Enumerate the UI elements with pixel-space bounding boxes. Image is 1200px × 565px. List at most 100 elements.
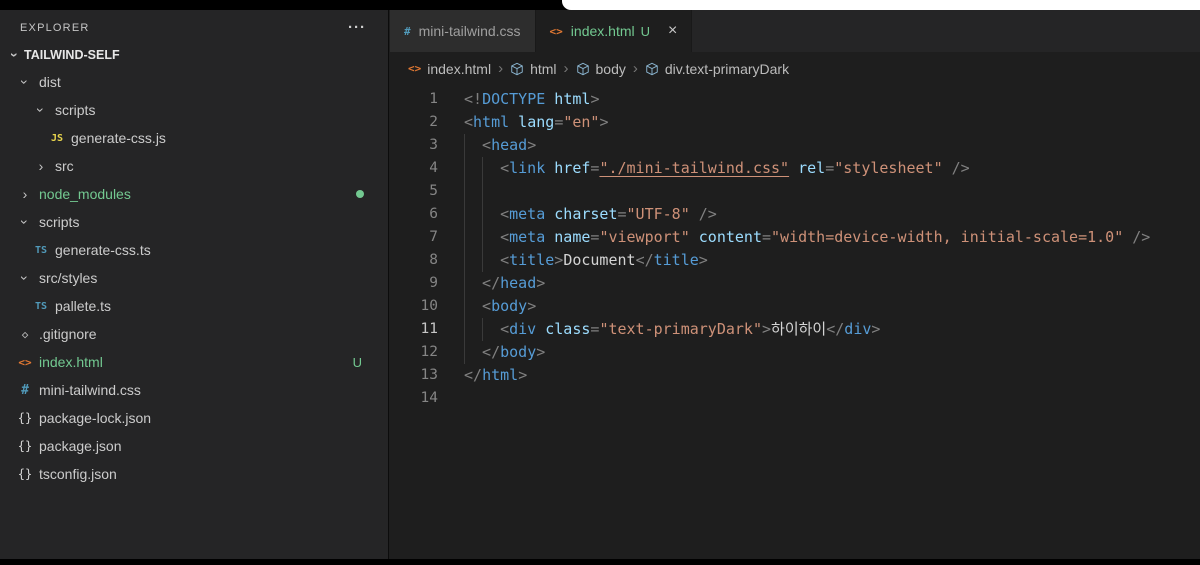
indent-guide: [482, 180, 500, 203]
code-line-2[interactable]: 2<html lang="en">: [390, 111, 1200, 134]
code-line-1[interactable]: 1<!DOCTYPE html>: [390, 88, 1200, 111]
tree-folder-scripts[interactable]: › scripts: [0, 96, 388, 124]
item-label: dist: [39, 74, 61, 90]
breadcrumb-item-body[interactable]: body: [576, 61, 626, 77]
close-icon[interactable]: ×: [668, 23, 677, 39]
tree-folder-dist[interactable]: › dist: [0, 68, 388, 96]
breadcrumb-item-div.text-primaryDark[interactable]: div.text-primaryDark: [645, 61, 789, 77]
explorer-title: EXPLORER: [20, 22, 90, 34]
item-label: mini-tailwind.css: [39, 382, 141, 398]
workspace-root-row[interactable]: › TAILWIND-SELF: [0, 42, 388, 68]
indent-guide: [482, 157, 500, 180]
code-token: <: [500, 205, 509, 223]
code-line-content: <html lang="en">: [464, 111, 609, 134]
tree-file-generate-css.js[interactable]: JSgenerate-css.js: [0, 124, 388, 152]
breadcrumb-item-html[interactable]: html: [510, 61, 556, 77]
more-actions-icon[interactable]: ···: [348, 24, 366, 32]
code-token: name: [545, 228, 590, 246]
code-line-4[interactable]: 4 <link href="./mini-tailwind.css" rel="s…: [390, 157, 1200, 180]
breadcrumb-item-index.html[interactable]: <>index.html: [408, 61, 491, 77]
code-token: lang: [509, 113, 554, 131]
code-token: />: [943, 159, 970, 177]
tab-mini-tailwind.css[interactable]: #mini-tailwind.css: [390, 10, 536, 52]
json-file-icon: {}: [16, 439, 34, 453]
breadcrumb-label: body: [596, 61, 626, 77]
code-line-content: <div class="text-primaryDark">하이하이</div>: [464, 318, 880, 341]
code-line-9[interactable]: 9</head>: [390, 272, 1200, 295]
tree-file-tsconfig.json[interactable]: {}tsconfig.json: [0, 460, 388, 488]
code-token: >: [536, 274, 545, 292]
workspace-root-label: TAILWIND-SELF: [24, 48, 120, 62]
tree-file-package.json[interactable]: {}package.json: [0, 432, 388, 460]
tree-folder-src/styles[interactable]: ›src/styles: [0, 264, 388, 292]
code-line-6[interactable]: 6<meta charset="UTF-8" />: [390, 203, 1200, 226]
code-token: meta: [509, 205, 545, 223]
line-number: 4: [390, 157, 438, 180]
code-line-11[interactable]: 11<div class="text-primaryDark">하이하이</di…: [390, 318, 1200, 341]
line-number: 1: [390, 88, 438, 111]
tree-file-generate-css.ts[interactable]: TSgenerate-css.ts: [0, 236, 388, 264]
tree-folder-node_modules[interactable]: › node_modules: [0, 180, 388, 208]
code-line-5[interactable]: 5: [390, 180, 1200, 203]
code-token: head: [500, 274, 536, 292]
code-token: </: [826, 320, 844, 338]
code-line-7[interactable]: 7<meta name="viewport" content="width=de…: [390, 226, 1200, 249]
code-token: DOCTYPE: [482, 90, 545, 108]
code-line-13[interactable]: 13</html>: [390, 364, 1200, 387]
item-label: index.html: [39, 354, 103, 370]
line-number: 14: [390, 387, 438, 410]
code-line-content: </head>: [464, 272, 545, 295]
editor-group: #mini-tailwind.css<>index.htmlU× <>index…: [390, 10, 1200, 559]
item-label: scripts: [39, 214, 79, 230]
line-number: 11: [390, 318, 438, 341]
chevron-right-icon[interactable]: ›: [32, 158, 50, 174]
code-token: >: [599, 113, 608, 131]
git-untracked-badge: U: [353, 355, 362, 370]
indent-guide: [482, 249, 500, 272]
chevron-down-icon[interactable]: ›: [17, 269, 33, 287]
code-line-3[interactable]: 3<head>: [390, 134, 1200, 157]
code-token: </: [482, 343, 500, 361]
tree-file-package-lock.json[interactable]: {}package-lock.json: [0, 404, 388, 432]
tree-file-index.html[interactable]: <> index.html U: [0, 348, 388, 376]
code-token: =: [554, 113, 563, 131]
code-line-content: <meta name="viewport" content="width=dev…: [464, 226, 1150, 249]
code-line-14[interactable]: 14: [390, 387, 1200, 410]
chevron-right-icon[interactable]: ›: [16, 186, 34, 202]
code-token: head: [491, 136, 527, 154]
tree-folder-scripts[interactable]: › scripts: [0, 208, 388, 236]
html-file-icon: <>: [16, 356, 34, 369]
window-bottom-strip: [0, 559, 1200, 565]
code-token: div: [844, 320, 871, 338]
indent-guide: [464, 318, 482, 341]
code-token: />: [1123, 228, 1150, 246]
code-line-10[interactable]: 10<body>: [390, 295, 1200, 318]
line-number: 12: [390, 341, 438, 364]
code-token: title: [654, 251, 699, 269]
code-token: <: [500, 320, 509, 338]
tab-index.html[interactable]: <>index.htmlU×: [536, 10, 693, 52]
code-token: =: [762, 228, 771, 246]
tree-file-pallete.ts[interactable]: TSpallete.ts: [0, 292, 388, 320]
quick-input-box[interactable]: [562, 0, 1200, 10]
item-label: generate-css.ts: [55, 242, 151, 258]
code-line-content: <link href="./mini-tailwind.css" rel="st…: [464, 157, 970, 180]
code-line-12[interactable]: 12</body>: [390, 341, 1200, 364]
breadcrumb-label: index.html: [427, 61, 491, 77]
chevron-down-icon[interactable]: ›: [33, 101, 49, 119]
chevron-down-icon[interactable]: ›: [17, 213, 33, 231]
indent-guide: [464, 295, 482, 318]
file-tree: ›dist›scriptsJSgenerate-css.js›src›node_…: [0, 68, 388, 488]
git-untracked-badge: U: [641, 24, 650, 39]
code-line-8[interactable]: 8<title>Document</title>: [390, 249, 1200, 272]
tree-folder-src[interactable]: ›src: [0, 152, 388, 180]
chevron-down-icon[interactable]: ›: [17, 73, 33, 91]
line-number: 8: [390, 249, 438, 272]
tree-file-mini-tailwind.css[interactable]: #mini-tailwind.css: [0, 376, 388, 404]
tree-file-.gitignore[interactable]: ◇.gitignore: [0, 320, 388, 348]
code-token: <: [482, 297, 491, 315]
indent-guide: [464, 272, 482, 295]
item-label: scripts: [55, 102, 95, 118]
item-label: node_modules: [39, 186, 131, 202]
code-token: <: [500, 251, 509, 269]
